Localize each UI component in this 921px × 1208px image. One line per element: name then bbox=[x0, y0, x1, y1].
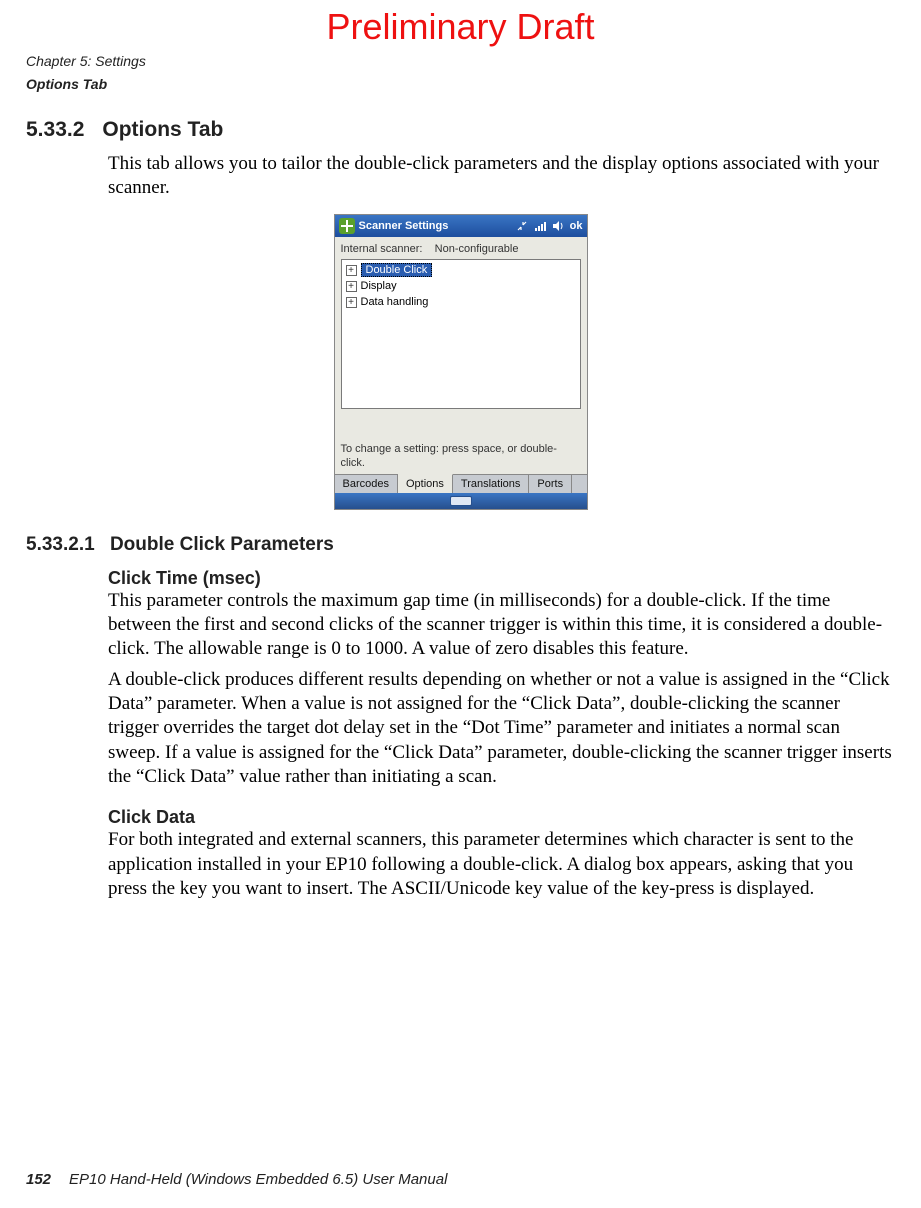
click-time-p1: This parameter controls the maximum gap … bbox=[108, 589, 895, 662]
section-number: 5.33.2 bbox=[26, 118, 84, 141]
tab-ports[interactable]: Ports bbox=[529, 475, 572, 493]
click-data-p1: For both integrated and external scanner… bbox=[108, 828, 895, 901]
chapter-header-line2: Options Tab bbox=[0, 75, 921, 94]
keyboard-icon[interactable] bbox=[450, 496, 472, 506]
ok-button[interactable]: ok bbox=[570, 220, 583, 232]
tab-bar: Barcodes Options Translations Ports bbox=[335, 474, 587, 493]
tab-barcodes[interactable]: Barcodes bbox=[335, 475, 398, 493]
expand-icon[interactable]: + bbox=[346, 281, 357, 292]
options-tree[interactable]: + Double Click + Display + Data handling bbox=[341, 259, 581, 409]
preliminary-draft-heading: Preliminary Draft bbox=[0, 0, 921, 48]
page-number: 152 bbox=[26, 1171, 51, 1188]
internal-scanner-value: Non-configurable bbox=[435, 243, 519, 255]
bottom-bar bbox=[335, 493, 587, 509]
tab-translations[interactable]: Translations bbox=[453, 475, 530, 493]
section-intro-paragraph: This tab allows you to tailor the double… bbox=[108, 152, 895, 201]
tab-options[interactable]: Options bbox=[398, 474, 453, 493]
expand-icon[interactable]: + bbox=[346, 297, 357, 308]
connectivity-icon[interactable] bbox=[516, 220, 528, 232]
tree-item-data-handling[interactable]: + Data handling bbox=[344, 294, 578, 310]
tree-item-display[interactable]: + Display bbox=[344, 278, 578, 294]
tree-label: Data handling bbox=[361, 296, 429, 308]
internal-scanner-row: Internal scanner: Non-configurable bbox=[335, 237, 587, 259]
subsection-number: 5.33.2.1 bbox=[26, 534, 95, 555]
hint-text: To change a setting: press space, or dou… bbox=[335, 437, 587, 473]
section-heading: 5.33.2 Options Tab bbox=[0, 118, 921, 142]
chapter-header-line1: Chapter 5: Settings bbox=[0, 52, 921, 71]
internal-scanner-label: Internal scanner: bbox=[341, 243, 423, 255]
tree-label: Double Click bbox=[361, 263, 433, 277]
click-time-heading: Click Time (msec) bbox=[108, 568, 895, 589]
expand-icon[interactable]: + bbox=[346, 265, 357, 276]
page-footer: 152 EP10 Hand-Held (Windows Embedded 6.5)… bbox=[26, 1171, 447, 1188]
subsection-heading: 5.33.2.1 Double Click Parameters bbox=[0, 534, 921, 556]
signal-icon[interactable] bbox=[534, 220, 546, 232]
subsection-title: Double Click Parameters bbox=[110, 534, 334, 555]
tree-item-double-click[interactable]: + Double Click bbox=[344, 262, 578, 278]
titlebar: Scanner Settings ok bbox=[335, 215, 587, 237]
click-time-p2: A double-click produces different result… bbox=[108, 668, 895, 790]
system-tray: ok bbox=[516, 220, 583, 232]
document-title: EP10 Hand-Held (Windows Embedded 6.5) Us… bbox=[69, 1171, 447, 1188]
section-title: Options Tab bbox=[102, 118, 223, 141]
click-data-heading: Click Data bbox=[108, 807, 895, 828]
window-title: Scanner Settings bbox=[359, 220, 512, 232]
speaker-icon[interactable] bbox=[552, 220, 564, 232]
tree-label: Display bbox=[361, 280, 397, 292]
windows-start-icon[interactable] bbox=[339, 218, 355, 234]
scanner-settings-screenshot: Scanner Settings ok Internal scanner: No… bbox=[334, 214, 588, 509]
